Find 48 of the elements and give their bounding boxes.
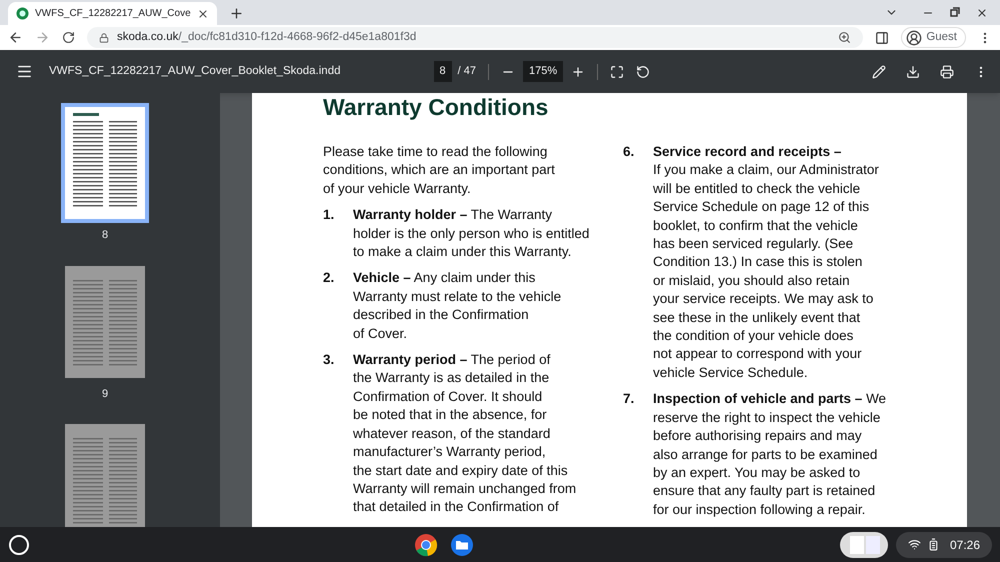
page-heading: Warranty Conditions bbox=[323, 93, 550, 121]
page-thumbnail[interactable] bbox=[65, 424, 145, 527]
clock: 07:26 bbox=[950, 536, 980, 554]
paragraph: Please take time to read the following conditions, which are an important part of your vehicle Warranty. bbox=[323, 143, 555, 198]
menu-icon[interactable] bbox=[16, 63, 33, 80]
back-icon[interactable] bbox=[8, 30, 23, 45]
zoom-in-icon[interactable] bbox=[571, 64, 586, 78]
browser-app-icon[interactable] bbox=[414, 532, 438, 556]
address-bar[interactable]: skoda.co.uk/_doc/fc81d310-f12d-4668-96f2-d45e1a801f3d bbox=[87, 27, 864, 48]
paragraph: Warranty holder – The Warranty holder is the only person who is entitled to make a claim under this Warranty. bbox=[353, 206, 590, 262]
lock-icon bbox=[99, 32, 109, 42]
profile-button[interactable]: Guest bbox=[901, 27, 966, 48]
page-thumbnail[interactable] bbox=[65, 107, 145, 219]
paragraph: Warranty period – The period of the Warranty is as detailed in the Confirmation of Cover. It should be noted that in the absence, for whatever reason, of the standard manufacturer’s Warranty period, the start date and expiry date of this Warranty will remain unchanged from that detailed in the Confirmation of bbox=[353, 351, 576, 516]
print-icon[interactable] bbox=[940, 64, 954, 78]
paragraph: Vehicle – Any claim under this Warranty must relate to the vehicle described in the Confirmation of Cover. bbox=[353, 269, 562, 343]
launcher-button[interactable] bbox=[9, 534, 29, 554]
browser-tab[interactable]: VWFS_CF_12282217_AUW_Cove bbox=[8, 2, 217, 25]
list-number: 6. bbox=[623, 143, 636, 161]
page-number: 8 bbox=[102, 228, 108, 243]
page-total: / 47 bbox=[458, 64, 476, 80]
avatar-icon bbox=[906, 30, 922, 46]
fit-page-icon[interactable] bbox=[610, 64, 624, 78]
side-panel-icon[interactable] bbox=[875, 30, 890, 44]
document-title: VWFS_CF_12282217_AUW_Cover_Booklet_Skoda.indd bbox=[49, 64, 340, 79]
page-field[interactable]: 8 bbox=[434, 61, 452, 82]
close-icon[interactable] bbox=[976, 7, 988, 19]
restore-icon[interactable] bbox=[950, 7, 960, 17]
folder-app-icon[interactable] bbox=[450, 532, 474, 556]
pen-icon[interactable] bbox=[872, 64, 886, 78]
list-number: 1. bbox=[323, 206, 336, 224]
close-icon[interactable] bbox=[196, 8, 209, 20]
reload-icon[interactable] bbox=[62, 31, 75, 44]
paragraph: Inspection of vehicle and parts – We reserve the right to inspect the vehicle before authorising repairs and may also arrange for parts to be examined by an expert. You may be asked to ensure that any faulty part is retained for our inspection following a repair. bbox=[653, 390, 886, 519]
paragraph: Service record and receipts – If you make a claim, our Administrator will be entitled to check the vehicle Service Schedule on page 12 of this booklet, to confirm that the vehicle has been serviced regularly. (See Condition 13.) In case this is stolen or mislaid, you should also retain your service receipts. We may ask to see these in the unlikely event that the condition of your vehicle does not appear to correspond with your vehicle Service Schedule. bbox=[653, 143, 879, 382]
zoom-field[interactable]: 175% bbox=[522, 61, 564, 82]
status-area[interactable]: 07:26 bbox=[896, 532, 992, 558]
zoom-icon[interactable] bbox=[838, 31, 852, 44]
tray-preview-icon[interactable] bbox=[840, 532, 888, 558]
list-number: 3. bbox=[323, 351, 336, 370]
list-number: 7. bbox=[623, 390, 636, 408]
page-thumbnail[interactable] bbox=[65, 266, 145, 378]
download-icon[interactable] bbox=[906, 64, 920, 78]
page-number: 9 bbox=[102, 386, 108, 402]
battery-icon bbox=[926, 538, 940, 551]
list-number: 2. bbox=[323, 269, 336, 288]
new-tab-icon[interactable] bbox=[228, 6, 244, 21]
rotate-icon[interactable] bbox=[636, 64, 650, 78]
